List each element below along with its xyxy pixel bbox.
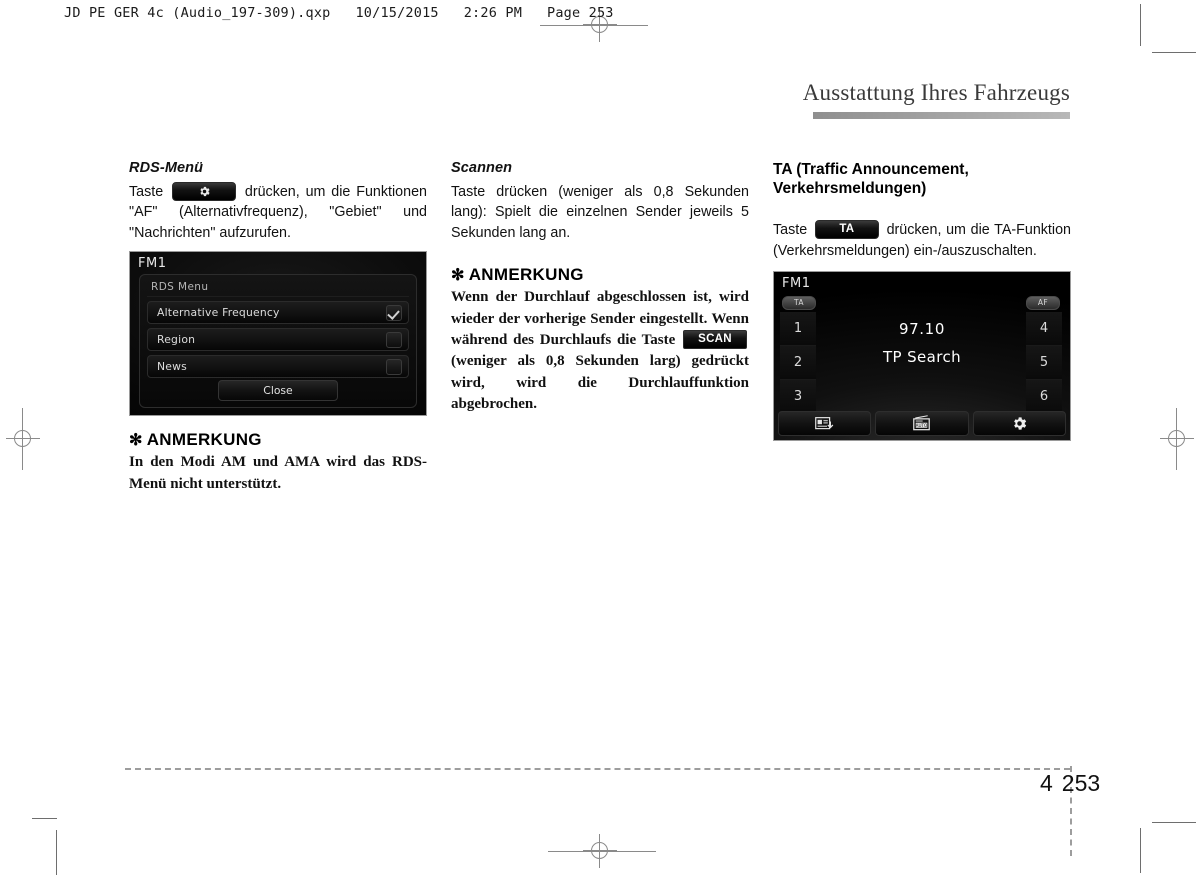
ta-heading-line-2: Verkehrsmeldungen) <box>773 180 927 198</box>
preset-button-5[interactable]: 5 <box>1026 346 1062 381</box>
radio-settings-button[interactable] <box>972 411 1066 437</box>
ta-status-badge[interactable]: TA <box>782 296 816 311</box>
ta-key-button[interactable]: TA <box>814 220 879 240</box>
gear-icon <box>1013 417 1026 430</box>
fm-radio-screenshot: FM1 TA AF 1 2 3 4 5 6 97.10 TP Search AU… <box>773 271 1071 442</box>
radio-save-icon <box>815 417 834 430</box>
preset-button-2[interactable]: 2 <box>780 346 816 381</box>
rds-row-label: Alternative Frequency <box>157 306 280 320</box>
registration-mark-left <box>6 422 40 456</box>
crop-mark-bottom-right-h <box>1152 822 1196 823</box>
note-block-two: ✻ ANMERKUNG Wenn der Durchlauf abgeschlos… <box>451 265 749 415</box>
folio: 4 253 <box>1040 770 1100 797</box>
rds-panel-title: RDS Menu <box>147 279 409 298</box>
ta-section-heading: TA (Traffic Announcement, Verkehrsmeldun… <box>773 160 1071 198</box>
registration-mark-right <box>1160 422 1194 456</box>
preset-button-4[interactable]: 4 <box>1026 312 1062 347</box>
note-text-after: (weniger als 0,8 Sekunden larg) gedrückt… <box>451 353 749 412</box>
checkbox-unchecked-icon[interactable] <box>386 359 402 376</box>
preset-button-6[interactable]: 6 <box>1026 380 1062 414</box>
title-rule <box>813 112 1070 119</box>
asterisk-icon: ✻ <box>451 267 465 285</box>
scan-paragraph: Taste drücken (weniger als 0,8 Sekunden … <box>451 184 749 241</box>
radio-auto-icon: AUTO <box>913 415 931 431</box>
rds-source-label: FM1 <box>138 256 167 272</box>
rds-menu-panel: RDS Menu Alternative Frequency Region Ne… <box>139 274 417 409</box>
footer-dashed-rule <box>125 768 1070 770</box>
rds-menu-paragraph: Taste drücken, um die Funktionen "AF" (A… <box>129 181 427 243</box>
checkbox-unchecked-icon[interactable] <box>386 332 402 349</box>
radio-save-button[interactable] <box>778 411 872 437</box>
preset-column-right: 4 5 6 <box>1026 312 1062 414</box>
note-heading: ✻ ANMERKUNG <box>451 265 749 285</box>
note-block-one: ✻ ANMERKUNG In den Modi AM und AMA wird d… <box>129 430 427 495</box>
manual-page: JD PE GER 4c (Audio_197-309).qxp 10/15/2… <box>0 0 1200 875</box>
radio-display-center: 97.10 TP Search <box>826 320 1018 366</box>
frequency-display: 97.10 <box>899 320 945 339</box>
ta-heading-line-1: TA (Traffic Announcement, <box>773 161 969 178</box>
crop-mark-bottom-left-h <box>32 818 57 819</box>
note-heading-text: ANMERKUNG <box>146 430 262 450</box>
scan-heading: Scannen <box>451 160 513 176</box>
rds-menu-screenshot: FM1 RDS Menu Alternative Frequency Regio… <box>129 251 427 417</box>
preset-button-1[interactable]: 1 <box>780 312 816 347</box>
asterisk-icon: ✻ <box>129 432 143 450</box>
radio-auto-button[interactable]: AUTO <box>875 411 969 437</box>
prepress-file-header: JD PE GER 4c (Audio_197-309).qxp 10/15/2… <box>64 5 614 21</box>
rds-row-alternative-frequency[interactable]: Alternative Frequency <box>147 301 409 325</box>
page-number: 253 <box>1061 770 1101 796</box>
radio-bottom-toolbar: AUTO <box>778 411 1066 437</box>
rds-row-news[interactable]: News <box>147 355 409 379</box>
preset-button-3[interactable]: 3 <box>780 380 816 414</box>
crop-mark-bottom-right-v <box>1140 828 1141 873</box>
note-heading-text: ANMERKUNG <box>468 265 584 285</box>
rds-row-label: Region <box>157 333 196 347</box>
svg-text:AUTO: AUTO <box>916 423 928 428</box>
rds-para-before: Taste <box>129 184 164 200</box>
crop-mark-top-right-h <box>1152 52 1196 53</box>
close-button[interactable]: Close <box>218 380 338 402</box>
note-heading: ✻ ANMERKUNG <box>129 430 427 450</box>
preset-column-left: 1 2 3 <box>780 312 816 414</box>
page-title: Ausstattung Ihres Fahrzeugs <box>802 80 1070 105</box>
scan-key-button[interactable]: SCAN <box>683 329 747 349</box>
crop-mark-top-right-v <box>1140 4 1141 46</box>
ta-paragraph: Taste TA drücken, um die TA-Funktion (Ve… <box>773 220 1071 261</box>
gear-icon <box>199 186 210 196</box>
rds-row-region[interactable]: Region <box>147 328 409 352</box>
status-display: TP Search <box>882 348 962 367</box>
column-three: TA (Traffic Announcement, Verkehrsmeldun… <box>773 160 1071 442</box>
note-text: Wenn der Durchlauf abgeschlossen ist, wi… <box>451 287 749 415</box>
note-text: In den Modi AM und AMA wird das RDS-Menü… <box>129 454 427 492</box>
registration-mark-bottom <box>583 834 617 868</box>
radio-source-label: FM1 <box>782 276 811 292</box>
checkbox-checked-icon[interactable] <box>386 305 402 322</box>
chapter-number: 4 <box>1040 770 1053 796</box>
af-status-badge[interactable]: AF <box>1026 296 1060 311</box>
gear-key-button[interactable] <box>172 181 237 201</box>
column-two: Scannen Taste drücken (weniger als 0,8 S… <box>451 160 749 415</box>
rds-menu-heading: RDS-Menü <box>129 160 204 176</box>
column-one: RDS-Menü Taste drücken, um die Funktione… <box>129 160 427 495</box>
ta-para-before: Taste <box>773 222 808 239</box>
rds-row-label: News <box>157 360 187 374</box>
crop-mark-bottom-left-v <box>56 830 57 875</box>
